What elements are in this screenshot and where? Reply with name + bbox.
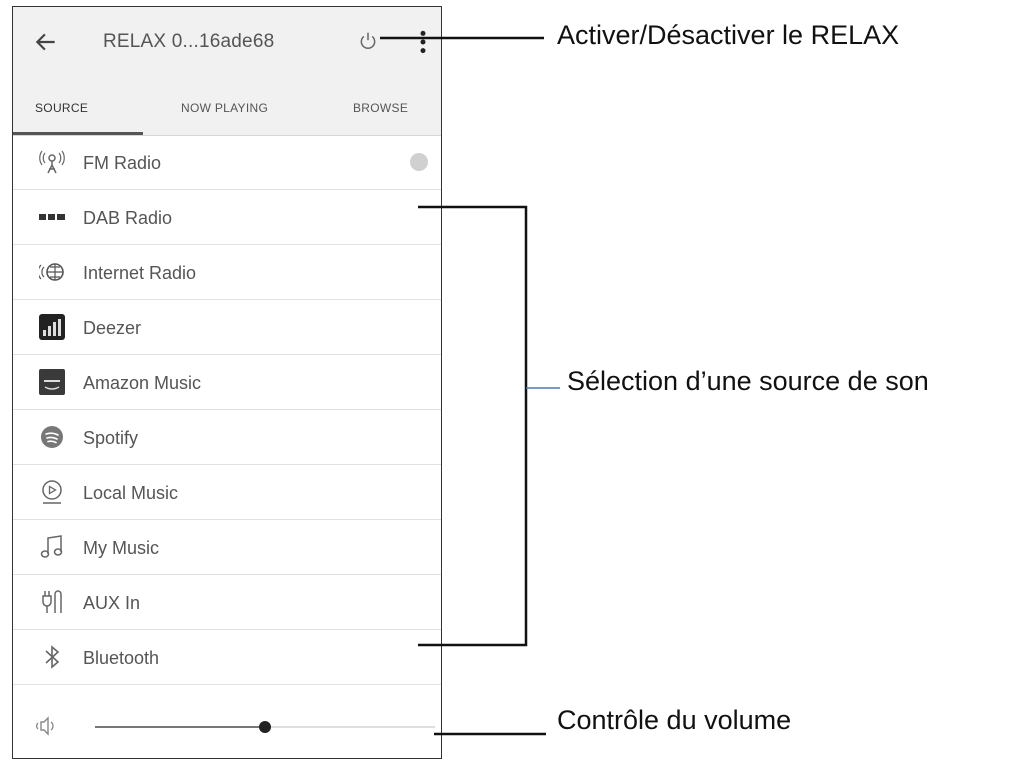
callout-volume: Contrôle du volume	[557, 705, 792, 735]
callout-power: Activer/Désactiver le RELAX	[557, 20, 900, 50]
callout-source: Sélection d’une source de son	[567, 366, 929, 396]
